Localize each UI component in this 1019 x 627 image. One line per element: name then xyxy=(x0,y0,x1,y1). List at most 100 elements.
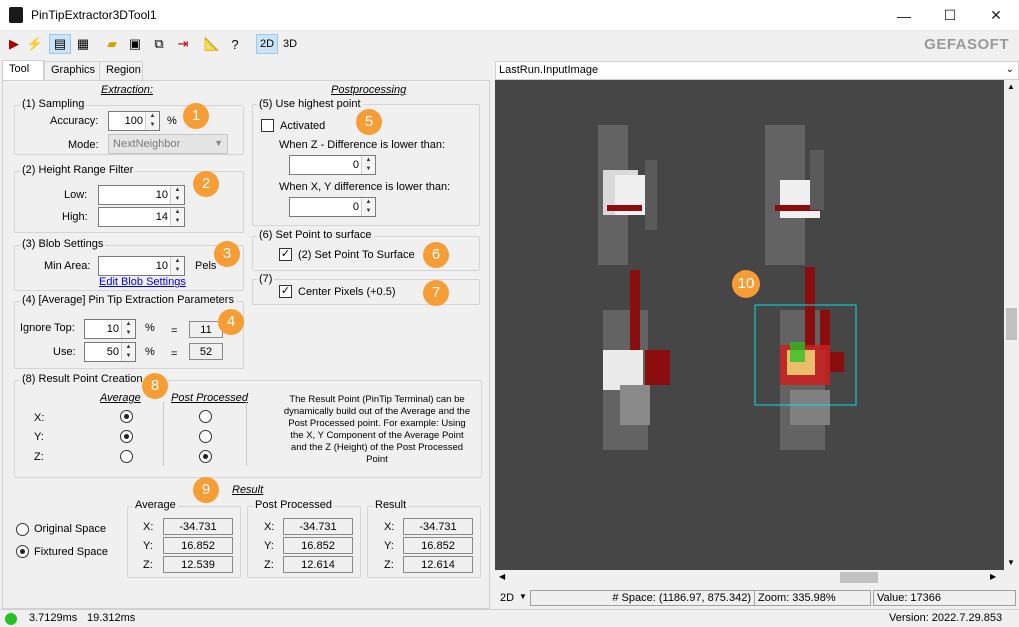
axis-x-label: X: xyxy=(143,521,154,533)
mode-2d-button[interactable]: 2D xyxy=(256,34,278,54)
post-y-value: 16.852 xyxy=(283,537,353,554)
badge-7: 7 xyxy=(423,280,449,306)
image-viewer[interactable]: 10 xyxy=(495,80,1004,570)
stepper-arrows-icon[interactable]: ▲ ▼ xyxy=(170,208,184,226)
sampling-label: (1) Sampling xyxy=(20,98,87,110)
use-result: 52 xyxy=(189,343,223,360)
ignore-top-label: Ignore Top: xyxy=(20,322,75,334)
low-stepper[interactable]: 10 ▲ ▼ xyxy=(98,185,185,205)
badge-1: 1 xyxy=(183,103,209,129)
badge-2: 2 xyxy=(193,171,219,197)
avg-y-radio[interactable] xyxy=(120,430,133,443)
ignore-top-stepper[interactable]: 10 ▲ ▼ xyxy=(84,319,136,339)
chevron-down-icon[interactable]: ▼ xyxy=(1007,558,1015,567)
mode-select[interactable]: NextNeighbor ▼ xyxy=(108,134,228,154)
axis-z-label: Z: xyxy=(264,559,274,571)
viewer-status: 2D ▼ # Space: (1186.97, 875.342) Zoom: 3… xyxy=(495,588,1019,608)
mode-3d-button[interactable]: 3D xyxy=(280,34,300,54)
use-stepper[interactable]: 50 ▲ ▼ xyxy=(84,342,136,362)
activated-checkbox[interactable] xyxy=(261,119,274,132)
fixtured-space-radio[interactable] xyxy=(16,545,29,558)
avg-z-radio[interactable] xyxy=(120,450,133,463)
result-creation-label: (8) Result Point Creation xyxy=(20,373,145,385)
avg-x-radio[interactable] xyxy=(120,410,133,423)
post-x-radio[interactable] xyxy=(199,410,212,423)
use-label: Use: xyxy=(53,346,76,358)
surface-checkbox[interactable]: ✓ xyxy=(279,248,292,261)
axis-x-label: X: xyxy=(384,521,395,533)
script-icon[interactable]: ▦ xyxy=(73,34,93,54)
col-post-processed: Post Processed xyxy=(171,392,249,404)
z-diff-stepper[interactable]: 0 ▲ ▼ xyxy=(289,155,376,175)
io-icon[interactable]: ▤ xyxy=(49,34,71,54)
import-icon[interactable]: ⇥ xyxy=(173,34,193,54)
lightning-icon[interactable]: ⚡ xyxy=(25,34,45,54)
toolbar: ▶ ⚡ ▤ ▦ ▰ ▣ ⧉ ⇥ 📐 ? 2D 3D GEFASOFT xyxy=(0,31,1019,58)
axis-y-label: Y: xyxy=(143,540,153,552)
row-z-label: Z: xyxy=(34,451,44,463)
min-area-unit: Pels xyxy=(195,260,217,272)
axis-x-label: X: xyxy=(264,521,275,533)
z-diff-value: 0 xyxy=(352,159,359,171)
stepper-arrows-icon[interactable]: ▲ ▼ xyxy=(121,320,135,338)
surface-check-label: (2) Set Point To Surface xyxy=(298,249,415,261)
edit-blob-settings-link[interactable]: Edit Blob Settings xyxy=(99,276,186,288)
horizontal-scrollbar[interactable]: ◀ ▶ xyxy=(495,570,1004,585)
badge-9: 9 xyxy=(193,477,219,503)
pin-image xyxy=(598,125,857,450)
minimize-button[interactable]: — xyxy=(881,0,927,31)
version: Version: 2022.7.29.853 xyxy=(889,612,1003,624)
post-z-value: 12.614 xyxy=(283,556,353,573)
status-bar: 3.7129ms 19.312ms Version: 2022.7.29.853 xyxy=(0,609,1019,627)
open-folder-icon[interactable]: ▰ xyxy=(102,34,122,54)
stepper-arrows-icon[interactable]: ▲ ▼ xyxy=(361,198,375,216)
avg-params-label: (4) [Average] Pin Tip Extraction Paramet… xyxy=(20,294,236,306)
chevron-down-icon[interactable]: ▼ xyxy=(519,592,527,601)
close-button[interactable]: ✕ xyxy=(973,0,1019,31)
chevron-left-icon[interactable]: ◀ xyxy=(499,572,505,581)
post-z-radio[interactable] xyxy=(199,450,212,463)
save-icon[interactable]: ▣ xyxy=(125,34,145,54)
stepper-arrows-icon[interactable]: ▲ ▼ xyxy=(170,257,184,275)
high-stepper[interactable]: 14 ▲ ▼ xyxy=(98,207,185,227)
gefasoft-logo: GEFASOFT xyxy=(924,36,1009,53)
tab-tool[interactable]: Tool xyxy=(2,60,44,81)
chevron-right-icon[interactable]: ▶ xyxy=(990,572,996,581)
result-result-title: Result xyxy=(373,499,409,511)
min-area-stepper[interactable]: 10 ▲ ▼ xyxy=(98,256,185,276)
post-x-value: -34.731 xyxy=(283,518,353,535)
xy-diff-stepper[interactable]: 0 ▲ ▼ xyxy=(289,197,376,217)
chevron-up-icon[interactable]: ▲ xyxy=(1007,82,1015,91)
tab-region[interactable]: Region xyxy=(99,61,143,80)
original-space-radio[interactable] xyxy=(16,523,29,536)
original-space-label: Original Space xyxy=(34,523,107,535)
center-checkbox[interactable]: ✓ xyxy=(279,285,292,298)
scroll-thumb[interactable] xyxy=(1006,308,1017,340)
post-y-radio[interactable] xyxy=(199,430,212,443)
view-mode-select[interactable]: 2D xyxy=(500,592,514,604)
stepper-arrows-icon[interactable]: ▲ ▼ xyxy=(170,186,184,204)
center-label: (7) xyxy=(257,273,275,285)
stepper-arrows-icon[interactable]: ▲ ▼ xyxy=(121,343,135,361)
stepper-arrows-icon[interactable]: ▲ ▼ xyxy=(145,112,159,130)
result-heading: Result xyxy=(232,484,264,496)
copy-icon[interactable]: ⧉ xyxy=(149,34,169,54)
vertical-scrollbar[interactable]: ▲ ▼ xyxy=(1004,80,1019,570)
badge-6: 6 xyxy=(423,242,449,268)
tab-graphics[interactable]: Graphics xyxy=(44,61,100,80)
help-icon[interactable]: ? xyxy=(225,34,245,54)
use-eq: = xyxy=(171,348,178,360)
run-icon[interactable]: ▶ xyxy=(4,34,24,54)
badge-10: 10 xyxy=(732,270,760,298)
image-source-select[interactable]: LastRun.InputImage ⌄ xyxy=(495,61,1019,80)
stepper-arrows-icon[interactable]: ▲ ▼ xyxy=(361,156,375,174)
highest-point-label: (5) Use highest point xyxy=(257,98,363,110)
avg-z-value: 12.539 xyxy=(163,556,233,573)
scroll-thumb[interactable] xyxy=(840,572,878,583)
maximize-button[interactable]: ☐ xyxy=(927,0,973,31)
measure-icon[interactable]: 📐 xyxy=(202,34,222,54)
result-post-title: Post Processed xyxy=(253,499,335,511)
surface-label: (6) Set Point to surface xyxy=(257,229,374,241)
row-y-label: Y: xyxy=(34,431,44,443)
accuracy-stepper[interactable]: 100 ▲ ▼ xyxy=(108,111,160,131)
